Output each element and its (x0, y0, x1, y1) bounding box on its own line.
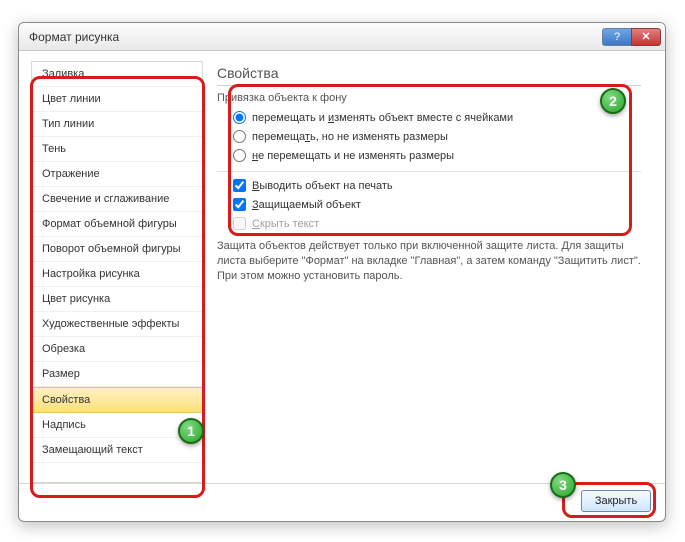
titlebar: Формат рисунка ? ✕ (19, 23, 665, 51)
radio-input-0[interactable] (233, 111, 246, 124)
sidebar-item-5[interactable]: Свечение и сглаживание (32, 187, 202, 212)
checkbox-label-0: Выводить объект на печать (252, 180, 393, 192)
annotation-badge-3: 3 (550, 472, 576, 498)
sidebar-item-14[interactable]: Надпись (32, 413, 202, 438)
annotation-badge-2: 2 (600, 88, 626, 114)
object-checkbox-1[interactable]: Защищаемый объект (233, 195, 641, 214)
window-title: Формат рисунка (29, 30, 603, 44)
positioning-radio-2[interactable]: не перемещать и не изменять размеры (233, 146, 641, 165)
object-checkbox-2: Скрыть текст (233, 214, 641, 233)
sidebar-item-8[interactable]: Настройка рисунка (32, 262, 202, 287)
checkbox-input-2 (233, 217, 246, 230)
sidebar-item-2[interactable]: Тип линии (32, 112, 202, 137)
divider (217, 171, 641, 172)
dialog-body: ЗаливкаЦвет линииТип линииТеньОтражениеС… (19, 51, 665, 483)
positioning-radio-0[interactable]: перемещать и изменять объект вместе с яч… (233, 108, 641, 127)
protection-info: Защита объектов действует только при вкл… (217, 239, 641, 284)
titlebar-buttons: ? ✕ (603, 28, 661, 46)
format-picture-dialog: Формат рисунка ? ✕ ЗаливкаЦвет линииТип … (18, 22, 666, 522)
positioning-radios: перемещать и изменять объект вместе с яч… (217, 108, 641, 165)
sidebar-item-7[interactable]: Поворот объемной фигуры (32, 237, 202, 262)
close-button[interactable]: Закрыть (581, 490, 651, 512)
checkbox-label-2: Скрыть текст (252, 218, 319, 230)
panel-heading: Свойства (217, 65, 641, 86)
help-button[interactable]: ? (602, 28, 632, 46)
radio-input-1[interactable] (233, 130, 246, 143)
sidebar-item-9[interactable]: Цвет рисунка (32, 287, 202, 312)
properties-panel: Свойства Привязка объекта к фону перемещ… (202, 61, 653, 483)
checkbox-input-0[interactable] (233, 179, 246, 192)
sidebar-item-15[interactable]: Замещающий текст (32, 438, 202, 463)
radio-label-2: не перемещать и не изменять размеры (252, 150, 454, 162)
checkbox-input-1[interactable] (233, 198, 246, 211)
sidebar-item-12[interactable]: Размер (32, 362, 202, 387)
sidebar-item-6[interactable]: Формат объемной фигуры (32, 212, 202, 237)
category-sidebar: ЗаливкаЦвет линииТип линииТеньОтражениеС… (31, 61, 203, 483)
radio-input-2[interactable] (233, 149, 246, 162)
annotation-badge-1: 1 (178, 418, 204, 444)
group-label: Привязка объекта к фону (217, 92, 641, 104)
sidebar-item-1[interactable]: Цвет линии (32, 87, 202, 112)
sidebar-item-3[interactable]: Тень (32, 137, 202, 162)
sidebar-item-11[interactable]: Обрезка (32, 337, 202, 362)
radio-label-1: перемещать, но не изменять размеры (252, 131, 448, 143)
object-checkboxes: Выводить объект на печать Защищаемый объе… (217, 176, 641, 233)
close-window-button[interactable]: ✕ (631, 28, 661, 46)
checkbox-label-1: Защищаемый объект (252, 199, 361, 211)
radio-label-0: перемещать и изменять объект вместе с яч… (252, 112, 513, 124)
sidebar-item-10[interactable]: Художественные эффекты (32, 312, 202, 337)
object-checkbox-0[interactable]: Выводить объект на печать (233, 176, 641, 195)
sidebar-item-4[interactable]: Отражение (32, 162, 202, 187)
positioning-radio-1[interactable]: перемещать, но не изменять размеры (233, 127, 641, 146)
sidebar-item-0[interactable]: Заливка (32, 62, 202, 87)
sidebar-item-13[interactable]: Свойства (32, 387, 202, 413)
